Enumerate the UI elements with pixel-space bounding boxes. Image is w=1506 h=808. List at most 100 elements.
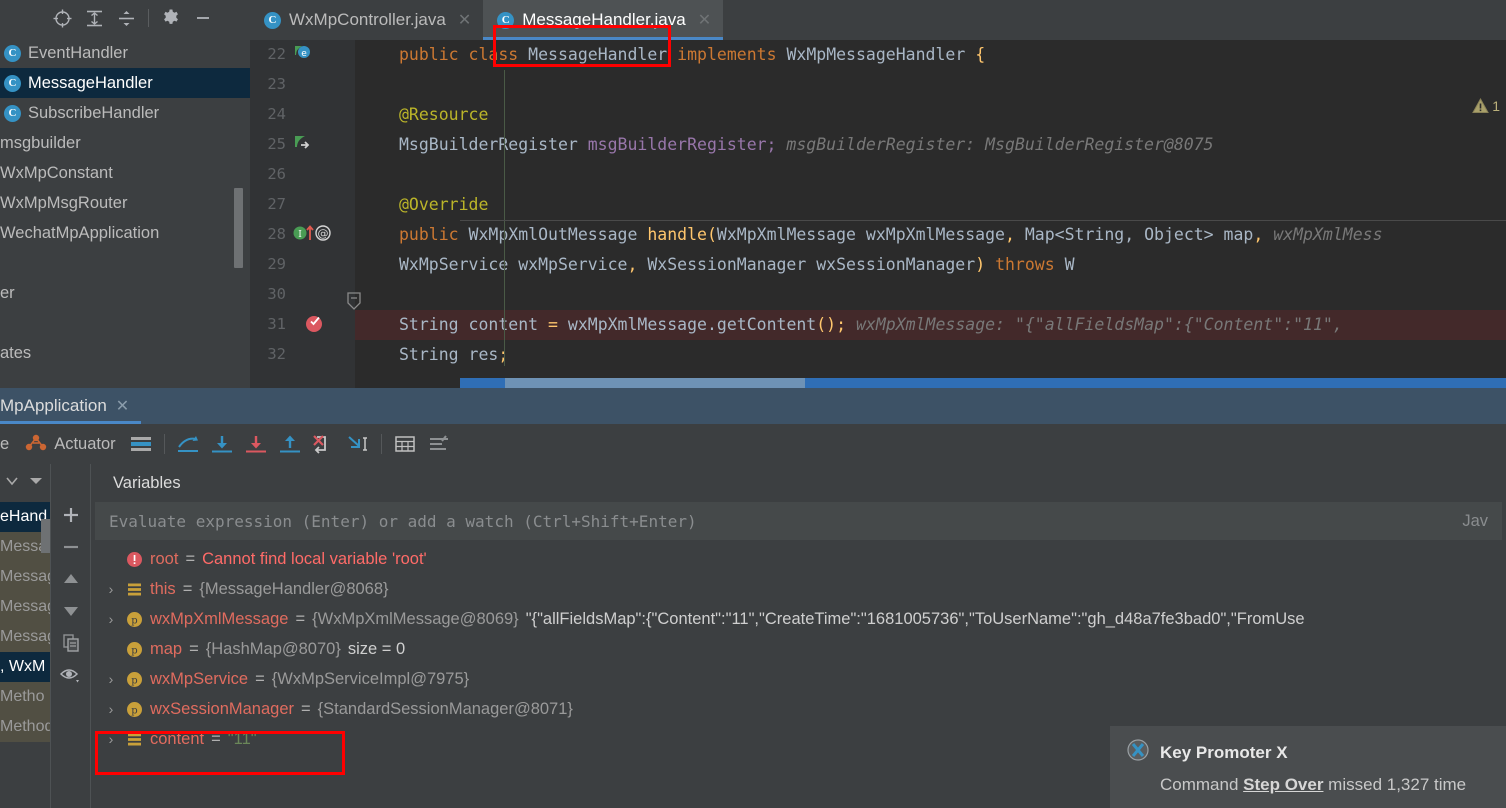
code-content[interactable]: public class MessageHandler implements W… xyxy=(355,40,1506,388)
structure-item-wechatmpapplication[interactable]: WechatMpApplication xyxy=(0,218,250,248)
frames-scrollbar[interactable] xyxy=(41,519,50,553)
evaluate-input[interactable] xyxy=(109,511,1463,531)
svg-text:I: I xyxy=(298,230,302,240)
variable-row-wxmpxmlmessage[interactable]: › p wxMpXmlMessage = {WxMpXmlMessage@806… xyxy=(91,604,1506,634)
tab-wxmpcontroller[interactable]: C WxMpController.java ✕ xyxy=(250,0,483,40)
code-line-30[interactable] xyxy=(355,280,1506,310)
expand-chevron-icon[interactable]: › xyxy=(103,701,119,717)
variable-extra: "{"allFieldsMap":{"Content":"11","Create… xyxy=(525,609,1305,628)
code-token: ) xyxy=(975,255,996,274)
scrollbar-thumb[interactable] xyxy=(505,378,805,388)
bean-icon[interactable] xyxy=(292,133,312,157)
param-icon: p xyxy=(126,701,143,718)
debug-session-tabbar: MpApplication ✕ xyxy=(0,388,1506,424)
structure-item-wxmpconstant[interactable]: WxMpConstant xyxy=(0,158,250,188)
step-out-icon[interactable] xyxy=(273,429,307,459)
code-line-31[interactable]: String content = wxMpXmlMessage.getConte… xyxy=(355,310,1506,340)
structure-item-eventhandler[interactable]: C EventHandler xyxy=(0,38,250,68)
frame-row[interactable]: Messag xyxy=(0,592,50,622)
variable-row-root[interactable]: › root = Cannot find local variable 'roo… xyxy=(91,544,1506,574)
editor-gutter[interactable]: 22 e 23 24 25 26 27 28 I @ 29 30 31 32 xyxy=(250,40,355,388)
move-down-icon[interactable] xyxy=(58,600,84,622)
variable-row-map[interactable]: › p map = {HashMap@8070} size = 0 xyxy=(91,634,1506,664)
remove-watch-icon[interactable] xyxy=(58,536,84,558)
structure-item-clipped-2[interactable]: ates xyxy=(0,338,250,368)
class-icon: C xyxy=(497,11,515,29)
structure-item-messagehandler[interactable]: C MessageHandler xyxy=(0,68,250,98)
step-into-icon[interactable] xyxy=(239,429,273,459)
drop-frame-icon[interactable] xyxy=(307,429,341,459)
class-icon: C xyxy=(4,74,21,92)
structure-toolbar xyxy=(0,0,250,36)
breakpoint-verified-icon[interactable] xyxy=(304,313,324,337)
code-line-24[interactable]: @Resource xyxy=(355,100,1506,130)
code-line-32[interactable]: String res; xyxy=(355,340,1506,370)
step-out-of-icon[interactable] xyxy=(171,429,205,459)
settings-icon[interactable] xyxy=(422,429,456,459)
svg-text:p: p xyxy=(131,705,137,716)
close-icon[interactable]: ✕ xyxy=(458,10,471,30)
close-icon[interactable]: ✕ xyxy=(116,396,129,416)
structure-item-label: SubscribeHandler xyxy=(28,103,160,122)
frame-row[interactable]: Metho xyxy=(0,682,50,712)
actuator-button[interactable]: Actuator xyxy=(17,432,123,457)
key-promoter-notification[interactable]: Key Promoter X Command Step Over missed … xyxy=(1110,726,1506,808)
expand-chevron-icon[interactable]: › xyxy=(103,611,119,627)
chevron-down-icon[interactable] xyxy=(28,474,44,492)
object-icon xyxy=(126,581,143,598)
debug-tab-mpapplication[interactable]: MpApplication ✕ xyxy=(0,388,142,424)
minimize-icon[interactable] xyxy=(187,4,219,32)
code-line-25[interactable]: MsgBuilderRegister msgBuilderRegister; m… xyxy=(355,130,1506,160)
evaluate-icon[interactable] xyxy=(388,429,422,459)
copy-icon[interactable] xyxy=(58,632,84,654)
eye-icon[interactable] xyxy=(58,664,84,686)
equals-sign: = xyxy=(211,729,221,748)
editor-horizontal-scrollbar[interactable] xyxy=(460,378,1506,388)
code-line-23[interactable] xyxy=(355,70,1506,100)
variable-row-wxsessionmanager[interactable]: › p wxSessionManager = {StandardSessionM… xyxy=(91,694,1506,724)
structure-item-clipped-1[interactable]: er xyxy=(0,278,250,308)
variable-row-this[interactable]: › this = {MessageHandler@8068} xyxy=(91,574,1506,604)
expand-chevron-icon[interactable]: › xyxy=(103,731,119,747)
evaluate-expression-bar[interactable]: Jav xyxy=(95,502,1502,540)
inlay-hint: wxMpXmlMess xyxy=(1263,225,1383,244)
code-line-27[interactable]: @Override xyxy=(355,190,1506,220)
expand-all-icon[interactable] xyxy=(78,4,110,32)
structure-item-wxmpmsgrouter[interactable]: WxMpMsgRouter xyxy=(0,188,250,218)
move-up-icon[interactable] xyxy=(58,568,84,590)
code-line-26[interactable] xyxy=(355,160,1506,190)
expand-chevron-icon[interactable]: › xyxy=(103,581,119,597)
frame-row[interactable]: Messag xyxy=(0,622,50,652)
code-line-22[interactable]: public class MessageHandler implements W… xyxy=(355,40,1506,70)
structure-item-subscribehandler[interactable]: C SubscribeHandler xyxy=(0,98,250,128)
variables-tab[interactable]: Variables xyxy=(91,464,1506,502)
expand-chevron-icon[interactable]: › xyxy=(103,671,119,687)
override-method-icon[interactable]: e xyxy=(292,43,312,67)
gear-icon[interactable] xyxy=(155,4,187,32)
collapse-all-icon[interactable] xyxy=(110,4,142,32)
implementing-method-icon[interactable]: I @ xyxy=(292,223,338,247)
frame-row[interactable]: Method xyxy=(0,712,50,742)
step-over-icon[interactable] xyxy=(205,429,239,459)
key-promoter-x-icon xyxy=(1126,738,1150,767)
structure-scrollbar[interactable] xyxy=(234,188,243,268)
code-line-29[interactable]: WxMpService wxMpService, WxSessionManage… xyxy=(355,250,1506,280)
editor-tabbar: C WxMpController.java ✕ C MessageHandler… xyxy=(250,0,1506,40)
inspection-warning-indicator[interactable]: 1 xyxy=(1472,98,1500,114)
tab-messagehandler[interactable]: C MessageHandler.java ✕ xyxy=(483,0,724,40)
add-watch-icon[interactable] xyxy=(58,504,84,526)
structure-item-list: C EventHandler C MessageHandler C Subscr… xyxy=(0,38,250,368)
frame-row[interactable]: , WxM xyxy=(0,652,50,682)
locate-icon[interactable] xyxy=(46,4,78,32)
thread-selector-icon[interactable] xyxy=(6,474,18,492)
variable-row-wxmpservice[interactable]: › p wxMpService = {WxMpServiceImpl@7975} xyxy=(91,664,1506,694)
code-line-28[interactable]: public WxMpXmlOutMessage handle(WxMpXmlM… xyxy=(355,220,1506,250)
close-icon[interactable]: ✕ xyxy=(698,10,711,30)
frame-row[interactable]: Messag xyxy=(0,562,50,592)
layout-icon[interactable] xyxy=(124,429,158,459)
gutter-line: 29 xyxy=(250,250,355,280)
structure-item-msgbuilder[interactable]: msgbuilder xyxy=(0,128,250,158)
code-token: public xyxy=(399,45,469,64)
code-editor[interactable]: 22 e 23 24 25 26 27 28 I @ 29 30 31 32 p… xyxy=(250,40,1506,388)
run-to-cursor-icon[interactable] xyxy=(341,429,375,459)
